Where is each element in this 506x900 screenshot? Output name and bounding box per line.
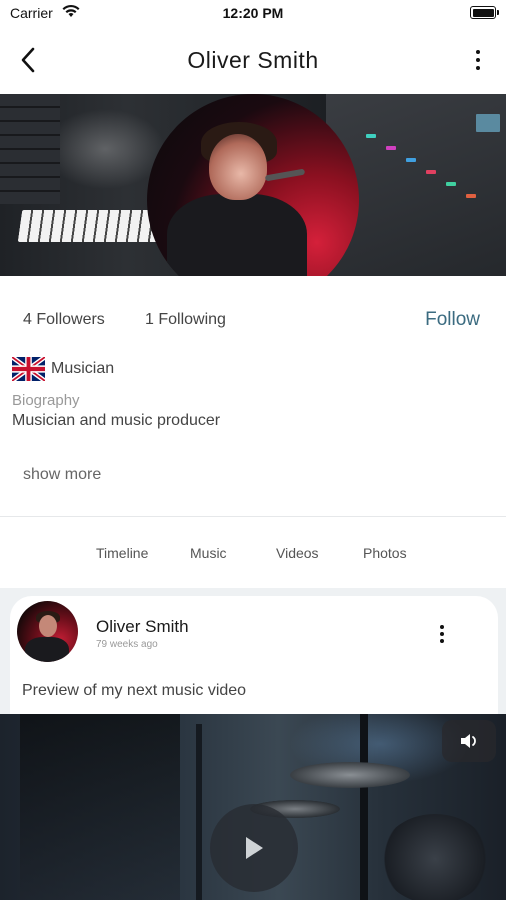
tab-timeline[interactable]: Timeline <box>96 545 148 561</box>
biography-text: Musician and music producer <box>12 412 221 429</box>
post-timestamp: 79 weeks ago <box>96 639 158 650</box>
following-count[interactable]: 1 Following <box>145 311 226 329</box>
status-bar: Carrier 12:20 PM <box>0 0 506 28</box>
more-options-button[interactable] <box>464 46 492 74</box>
uk-flag-icon <box>12 357 45 381</box>
mixer-led <box>446 182 456 186</box>
video-drummer <box>20 714 180 900</box>
mixer-led <box>406 158 416 162</box>
mixer-led <box>476 114 500 132</box>
follow-button[interactable]: Follow <box>425 309 480 331</box>
post-author-name[interactable]: Oliver Smith <box>96 617 189 637</box>
mixer-led <box>386 146 396 150</box>
video-stand <box>196 724 202 900</box>
profession-row: Musician <box>12 356 114 382</box>
tab-photos[interactable]: Photos <box>363 545 407 561</box>
biography-label: Biography <box>12 392 80 409</box>
tab-music[interactable]: Music <box>190 545 227 561</box>
post-video[interactable] <box>0 714 506 900</box>
page-title: Oliver Smith <box>187 47 319 73</box>
volume-icon <box>461 734 476 748</box>
avatar-image <box>147 94 359 276</box>
more-dot <box>440 639 444 643</box>
video-stand <box>360 714 368 900</box>
more-dot <box>440 632 444 636</box>
status-time: 12:20 PM <box>222 5 284 21</box>
post-avatar-body <box>25 637 69 662</box>
tab-videos[interactable]: Videos <box>276 545 319 561</box>
play-button[interactable] <box>210 804 298 892</box>
avatar-body <box>167 194 307 276</box>
mixer-led <box>366 134 376 138</box>
stats-row: 4 Followers 1 Following Follow <box>0 300 506 340</box>
followers-count[interactable]: 4 Followers <box>23 311 105 329</box>
play-icon <box>246 837 263 859</box>
more-dot <box>476 58 480 62</box>
profile-tabs: Timeline Music Videos Photos <box>0 530 506 578</box>
more-vertical-icon <box>476 50 480 54</box>
post-more-button[interactable] <box>432 622 452 646</box>
microphone <box>264 168 306 182</box>
show-more-link[interactable]: show more <box>23 466 101 484</box>
mixer-led <box>426 170 436 174</box>
video-cymbal <box>290 762 410 788</box>
mixer-led <box>466 194 476 198</box>
more-dot <box>476 66 480 70</box>
volume-button[interactable] <box>442 720 496 762</box>
post-author-avatar[interactable] <box>17 601 78 662</box>
cover-rack <box>0 94 60 204</box>
battery-icon <box>470 6 499 19</box>
divider <box>0 516 506 517</box>
nav-bar: Oliver Smith <box>0 30 506 90</box>
post-avatar-face <box>39 615 57 637</box>
more-vertical-icon <box>440 625 444 629</box>
profile-avatar[interactable] <box>147 94 359 276</box>
post-caption: Preview of my next music video <box>22 682 247 699</box>
video-drum <box>380 814 490 900</box>
avatar-face <box>209 134 267 200</box>
profession-label: Musician <box>51 360 115 377</box>
